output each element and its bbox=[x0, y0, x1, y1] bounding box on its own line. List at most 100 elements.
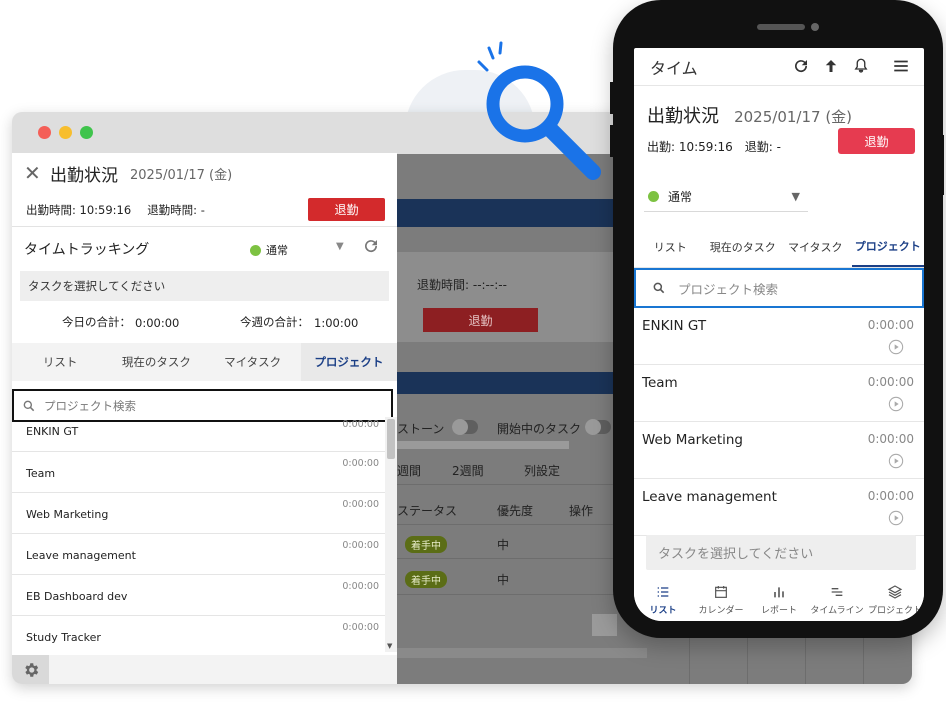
status-select[interactable]: 通常 bbox=[250, 242, 288, 258]
leave-button[interactable]: 退勤 bbox=[308, 198, 385, 221]
play-icon[interactable] bbox=[888, 339, 904, 355]
status-dot-icon bbox=[648, 191, 659, 202]
scrollbar-thumb[interactable] bbox=[387, 419, 395, 459]
bg-priority: 中 bbox=[497, 538, 510, 552]
task-select[interactable]: タスクを選択してください bbox=[646, 535, 916, 570]
tab-my-tasks[interactable]: マイタスク bbox=[205, 343, 301, 381]
leave-button[interactable]: 退勤 bbox=[838, 128, 915, 154]
nav-label: カレンダー bbox=[698, 606, 744, 616]
search-placeholder: プロジェクト検索 bbox=[44, 398, 136, 413]
bg-two-week-tab: 2週間 bbox=[452, 464, 484, 478]
tab-current-task[interactable]: 現在のタスク bbox=[108, 343, 204, 381]
hero-illustration: 退勤時間: --:--:-- 退勤 ストーン 開始中のタスク 週間 2週間 列設… bbox=[0, 0, 946, 703]
tab-projects[interactable]: プロジェクト bbox=[300, 343, 397, 381]
nav-timeline[interactable]: タイムライン bbox=[808, 579, 866, 621]
arrow-up-icon[interactable] bbox=[822, 57, 840, 75]
list-item[interactable]: ENKIN GT 0:00:00 bbox=[12, 417, 385, 452]
tab-list[interactable]: リスト bbox=[12, 343, 108, 381]
project-list: ENKIN GT 0:00:00 Team 0:00:00 Web Market… bbox=[12, 417, 385, 657]
phone-camera bbox=[811, 23, 819, 31]
project-list: ENKIN GT 0:00:00 Team 0:00:00 Web Market… bbox=[634, 308, 924, 536]
list-icon bbox=[657, 587, 669, 597]
nav-label: リスト bbox=[649, 606, 677, 616]
bg-footer bbox=[397, 648, 647, 658]
search-icon bbox=[23, 400, 35, 411]
nav-report[interactable]: レポート bbox=[750, 579, 808, 621]
list-item[interactable]: Study Tracker 0:00:00 bbox=[12, 616, 385, 657]
clock-out-time: 退勤時間: - bbox=[147, 202, 205, 217]
project-name: Team bbox=[642, 375, 678, 391]
bg-started-task-label: 開始中のタスク bbox=[497, 422, 582, 436]
status-dot-icon bbox=[250, 244, 261, 256]
panel-title: 出勤状況 bbox=[50, 165, 118, 186]
tab-my-tasks[interactable]: マイタスク bbox=[779, 226, 852, 267]
task-select[interactable]: タスクを選択してください bbox=[20, 271, 389, 301]
bg-milestone-toggle bbox=[452, 419, 478, 435]
bg-started-toggle bbox=[585, 419, 611, 435]
list-scrollbar[interactable]: ▼ bbox=[385, 417, 397, 652]
tab-projects[interactable]: プロジェクト bbox=[851, 226, 924, 267]
scroll-down-icon[interactable]: ▼ bbox=[387, 642, 392, 650]
minimize-window-dot[interactable] bbox=[59, 125, 72, 139]
caret-down-icon: ▼ bbox=[791, 190, 800, 203]
bg-column-setting: 列設定 bbox=[524, 464, 561, 478]
project-search-input[interactable]: プロジェクト検索 bbox=[634, 268, 924, 308]
refresh-icon[interactable] bbox=[792, 57, 810, 75]
status-label: 通常 bbox=[668, 190, 693, 204]
smartphone: タイム 出勤状況 2025/01/17 (金) 出勤: 10:59:16 退勤:… bbox=[610, 0, 944, 638]
nav-list[interactable]: リスト bbox=[634, 579, 692, 621]
app-topbar: タイム bbox=[634, 48, 924, 86]
caret-down-icon[interactable]: ▼ bbox=[336, 241, 344, 252]
project-time: 0:00:00 bbox=[342, 499, 379, 510]
refresh-icon[interactable] bbox=[362, 237, 380, 255]
project-name: Leave management bbox=[26, 549, 136, 562]
close-window-dot[interactable] bbox=[38, 125, 51, 139]
bg-clock-out: 退勤時間: --:--:-- bbox=[417, 278, 507, 292]
search-icon bbox=[653, 282, 665, 294]
attendance-times: 出勤時間: 10:59:16 退勤時間: - 退勤 bbox=[12, 193, 397, 227]
project-time: 0:00:00 bbox=[342, 419, 379, 430]
project-name: ENKIN GT bbox=[642, 318, 707, 334]
bell-icon[interactable] bbox=[852, 57, 870, 75]
app-title: タイム bbox=[650, 58, 698, 78]
close-icon[interactable]: ✕ bbox=[24, 161, 46, 185]
week-total-label: 今週の合計： bbox=[240, 315, 309, 329]
nav-project[interactable]: プロジェクト bbox=[866, 579, 924, 621]
list-item[interactable]: Web Marketing 0:00:00 bbox=[12, 493, 385, 534]
tab-list[interactable]: リスト bbox=[634, 226, 707, 267]
project-time: 0:00:00 bbox=[342, 458, 379, 469]
list-item[interactable]: ENKIN GT 0:00:00 bbox=[634, 308, 924, 365]
list-item[interactable]: EB Dashboard dev 0:00:00 bbox=[12, 575, 385, 616]
bg-progress bbox=[397, 441, 569, 449]
tab-current-task[interactable]: 現在のタスク bbox=[707, 226, 780, 267]
today-total-value: 0:00:00 bbox=[135, 316, 180, 330]
attendance-section: 出勤状況 2025/01/17 (金) 出勤: 10:59:16 退勤: - 退… bbox=[634, 86, 924, 212]
status-select[interactable]: 通常 ▼ bbox=[644, 182, 808, 212]
list-item[interactable]: Team 0:00:00 bbox=[634, 365, 924, 422]
menu-icon[interactable] bbox=[892, 57, 910, 75]
list-item[interactable]: Leave management 0:00:00 bbox=[634, 479, 924, 536]
maximize-window-dot[interactable] bbox=[80, 125, 93, 139]
search-placeholder: プロジェクト検索 bbox=[678, 281, 779, 297]
phone-tabs: リスト 現在のタスク マイタスク プロジェクト bbox=[634, 226, 924, 268]
play-icon[interactable] bbox=[888, 396, 904, 412]
today-total-label: 今日の合計： bbox=[62, 315, 131, 329]
panel-header: ✕ 出勤状況 2025/01/17 (金) bbox=[12, 153, 397, 193]
settings-button[interactable] bbox=[12, 655, 49, 684]
list-item[interactable]: Leave management 0:00:00 bbox=[12, 534, 385, 575]
nav-label: プロジェクト bbox=[867, 606, 922, 616]
project-name: ENKIN GT bbox=[26, 425, 79, 438]
play-icon[interactable] bbox=[888, 453, 904, 469]
time-tracking-header: タイムトラッキング 通常 ▼ bbox=[12, 227, 397, 271]
play-icon[interactable] bbox=[888, 510, 904, 526]
nav-calendar[interactable]: カレンダー bbox=[692, 579, 750, 621]
list-item[interactable]: Team 0:00:00 bbox=[12, 452, 385, 493]
list-item[interactable]: Web Marketing 0:00:00 bbox=[634, 422, 924, 479]
bg-week-tab: 週間 bbox=[397, 464, 422, 478]
clock-in-time: 出勤時間: 10:59:16 bbox=[26, 202, 132, 217]
panel-footer bbox=[12, 655, 397, 684]
status-label: 通常 bbox=[266, 244, 288, 257]
bg-col-priority: 優先度 bbox=[497, 504, 534, 518]
magnifier-icon bbox=[477, 41, 601, 180]
project-name: Study Tracker bbox=[26, 631, 101, 644]
